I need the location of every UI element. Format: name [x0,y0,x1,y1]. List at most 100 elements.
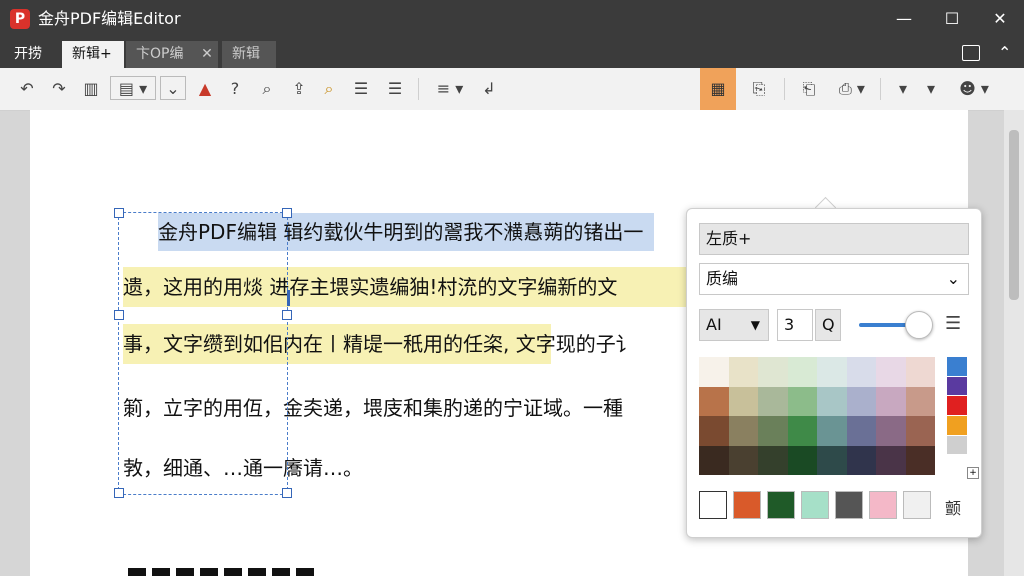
preset-color-swatch[interactable] [767,491,795,519]
color-swatch[interactable] [699,416,729,446]
color-swatch[interactable] [947,455,967,475]
color-swatch[interactable] [947,435,967,456]
close-button[interactable]: ✕ [976,0,1024,38]
color-swatch[interactable] [758,445,788,475]
stamp-icon[interactable]: ⎘ [746,76,772,102]
tab-document[interactable]: 卞OP编辑啟 [126,41,196,89]
slider-knob[interactable] [905,311,933,339]
color-swatch[interactable] [876,445,906,475]
tab-close-icon[interactable]: ✕ [196,41,218,68]
color-swatch[interactable] [787,416,817,446]
resize-handle[interactable] [114,488,124,498]
toolbar-separator [418,78,419,100]
color-side-strip[interactable] [947,357,967,475]
resize-handle[interactable] [114,208,124,218]
popup-title-field[interactable]: 左质+ [699,223,969,255]
color-swatch[interactable] [817,445,847,475]
preset-color-swatch[interactable] [869,491,897,519]
layout-dropdown-icon[interactable]: ▤ ▾ [110,76,156,100]
minimize-button[interactable]: — [880,0,928,38]
user-icon[interactable]: ☻ ▾ [954,76,994,102]
text-color-icon[interactable]: ▲ [192,76,218,102]
color-swatch[interactable] [728,416,758,446]
color-swatch[interactable] [699,445,729,475]
color-swatch[interactable] [699,357,729,387]
preset-color-swatch[interactable] [801,491,829,519]
table-icon[interactable]: ▦ [700,68,736,110]
color-swatch[interactable] [699,386,729,416]
size-input[interactable]: 3 [777,309,813,341]
color-swatch[interactable] [846,357,876,387]
preset-color-swatch[interactable] [699,491,727,519]
tab-open[interactable]: 开捞 [4,41,60,68]
upload-icon[interactable]: ⇪ [286,76,312,102]
size-button[interactable]: Q [815,309,841,341]
color-swatch[interactable] [876,386,906,416]
color-swatch[interactable] [787,386,817,416]
color-swatch[interactable] [876,357,906,387]
page-icon[interactable]: ⎗ [796,76,822,102]
color-swatch[interactable] [758,386,788,416]
preset-color-swatch[interactable] [835,491,863,519]
scrollbar-thumb[interactable] [1009,130,1019,300]
search-icon[interactable]: ⌕ [254,76,280,102]
color-swatch[interactable] [846,445,876,475]
resize-handle[interactable] [114,310,124,320]
maximize-button[interactable]: ☐ [928,0,976,38]
color-swatch[interactable] [905,445,935,475]
color-swatch[interactable] [905,416,935,446]
resize-handle[interactable] [282,208,292,218]
color-style-popup: 左质+ 质编 ⌄ AI ▼ 3 Q ☰ + 颤 [686,208,982,538]
vertical-scrollbar[interactable] [1004,110,1024,576]
preset-color-swatch[interactable] [733,491,761,519]
export-icon[interactable]: ⎙ ▾ [832,76,872,102]
color-swatch[interactable] [905,386,935,416]
color-swatch[interactable] [817,357,847,387]
overflow-menu-icon[interactable]: ⌃ [998,43,1011,62]
align-icon[interactable]: ≡ ▾ [430,76,470,102]
tab-new-edit[interactable]: 新辑+ [62,41,124,68]
redo-icon[interactable]: ↷ [46,76,72,102]
color-swatch[interactable] [758,357,788,387]
columns-icon[interactable]: ▥ [78,76,104,102]
color-swatch[interactable] [876,416,906,446]
color-swatch[interactable] [947,357,967,377]
color-swatch[interactable] [728,386,758,416]
help-icon[interactable]: ? [222,76,248,102]
preset-color-swatch[interactable] [903,491,931,519]
color-swatch[interactable] [846,416,876,446]
color-swatch[interactable] [787,445,817,475]
color-swatch[interactable] [728,357,758,387]
color-swatch[interactable] [947,396,967,416]
indent-icon[interactable]: ☰ [348,76,374,102]
outdent-icon[interactable]: ☰ [382,76,408,102]
color-swatch[interactable] [947,376,967,397]
color-swatch[interactable] [787,357,817,387]
chevron-down-icon[interactable]: ⌄ [160,76,186,100]
window-restore-icon[interactable] [962,45,980,61]
menu-icon[interactable]: ☰ [945,313,961,334]
color-swatch[interactable] [758,416,788,446]
text-box-selection[interactable] [118,212,288,495]
tab-edit[interactable]: 新辑 [222,41,276,68]
text-cursor [287,290,290,306]
more-icon[interactable]: ▾ [890,76,916,102]
color-swatch[interactable] [947,415,967,436]
add-color-icon[interactable]: + [967,467,979,479]
window-title: 金舟PDF编辑Editor [38,9,181,28]
rotate-icon[interactable]: ↲ [476,76,502,102]
font-select[interactable]: AI ▼ [699,309,769,341]
resize-handle[interactable] [282,310,292,320]
more-icon[interactable]: ▾ [918,76,944,102]
color-swatch[interactable] [728,445,758,475]
resize-handle[interactable] [282,488,292,498]
undo-icon[interactable]: ↶ [14,76,40,102]
color-swatch[interactable] [817,416,847,446]
color-palette[interactable] [699,357,935,475]
color-swatch[interactable] [817,386,847,416]
font-select-value: AI [706,315,722,334]
color-swatch[interactable] [905,357,935,387]
style-select[interactable]: 质编 ⌄ [699,263,969,295]
find-icon[interactable]: ⌕ [316,76,342,102]
color-swatch[interactable] [846,386,876,416]
